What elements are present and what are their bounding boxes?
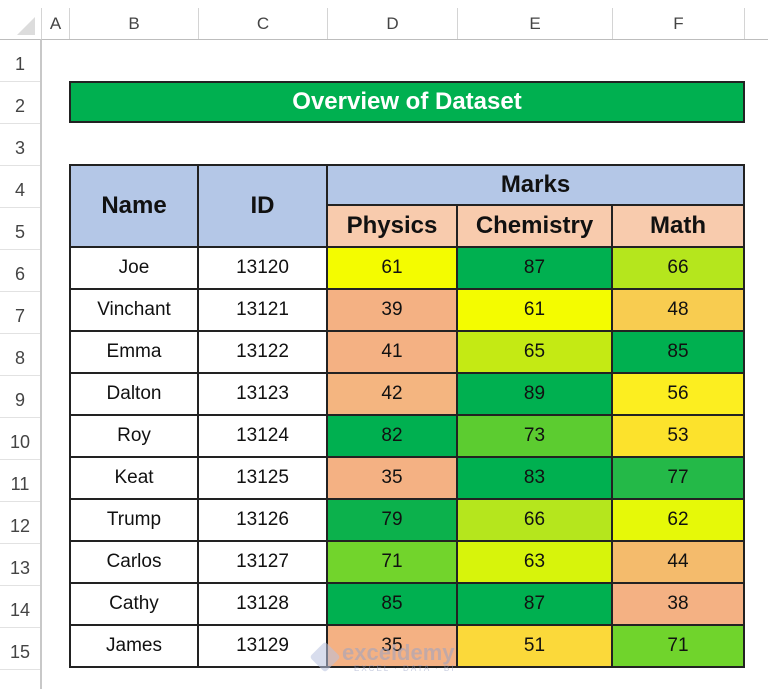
cell-name[interactable]: Carlos <box>69 542 199 584</box>
header-math[interactable]: Math <box>613 206 745 248</box>
cell-physics-mark[interactable]: 61 <box>328 248 458 290</box>
cell-physics-mark[interactable]: 85 <box>328 584 458 626</box>
row-header-15[interactable]: 15 <box>0 628 40 670</box>
cell-chemistry-mark[interactable]: 87 <box>458 584 613 626</box>
column-header-e[interactable]: E <box>458 8 613 39</box>
cell-id[interactable]: 13127 <box>199 542 328 584</box>
select-all-triangle-icon <box>17 17 35 35</box>
cell-math-mark[interactable]: 62 <box>613 500 745 542</box>
select-all-corner[interactable] <box>0 8 42 39</box>
cell-id[interactable]: 13120 <box>199 248 328 290</box>
cell-physics-mark[interactable]: 35 <box>328 626 458 668</box>
column-header-divider <box>0 39 768 40</box>
row-header-5[interactable]: 5 <box>0 208 40 250</box>
header-marks[interactable]: Marks <box>328 164 745 206</box>
cell-math-mark[interactable]: 48 <box>613 290 745 332</box>
cell-chemistry-mark[interactable]: 87 <box>458 248 613 290</box>
cell-math-mark[interactable]: 56 <box>613 374 745 416</box>
cell-chemistry-mark[interactable]: 63 <box>458 542 613 584</box>
row-header-2[interactable]: 2 <box>0 82 40 124</box>
row-header-7[interactable]: 7 <box>0 292 40 334</box>
cell-math-mark[interactable]: 77 <box>613 458 745 500</box>
row-header-8[interactable]: 8 <box>0 334 40 376</box>
cell-physics-mark[interactable]: 41 <box>328 332 458 374</box>
cell-id[interactable]: 13124 <box>199 416 328 458</box>
cell-math-mark[interactable]: 66 <box>613 248 745 290</box>
cell-chemistry-mark[interactable]: 73 <box>458 416 613 458</box>
row-header-3[interactable]: 3 <box>0 124 40 166</box>
row-header-4[interactable]: 4 <box>0 166 40 208</box>
column-header-f[interactable]: F <box>613 8 745 39</box>
cell-math-mark[interactable]: 53 <box>613 416 745 458</box>
row-header-12[interactable]: 12 <box>0 502 40 544</box>
column-header-d[interactable]: D <box>328 8 458 39</box>
cell-physics-mark[interactable]: 42 <box>328 374 458 416</box>
cell-math-mark[interactable]: 85 <box>613 332 745 374</box>
row-header-9[interactable]: 9 <box>0 376 40 418</box>
cell-id[interactable]: 13128 <box>199 584 328 626</box>
cell-name[interactable]: Keat <box>69 458 199 500</box>
cell-physics-mark[interactable]: 82 <box>328 416 458 458</box>
cell-name[interactable]: James <box>69 626 199 668</box>
row-header-1[interactable]: 1 <box>0 40 40 82</box>
cell-id[interactable]: 13125 <box>199 458 328 500</box>
header-chemistry[interactable]: Chemistry <box>458 206 613 248</box>
header-name[interactable]: Name <box>69 164 199 248</box>
cell-chemistry-mark[interactable]: 66 <box>458 500 613 542</box>
row-header-6[interactable]: 6 <box>0 250 40 292</box>
row-header-14[interactable]: 14 <box>0 586 40 628</box>
row-header-11[interactable]: 11 <box>0 460 40 502</box>
cell-chemistry-mark[interactable]: 89 <box>458 374 613 416</box>
cell-name[interactable]: Vinchant <box>69 290 199 332</box>
cell-name[interactable]: Roy <box>69 416 199 458</box>
cell-name[interactable]: Trump <box>69 500 199 542</box>
cell-physics-mark[interactable]: 35 <box>328 458 458 500</box>
cell-physics-mark[interactable]: 79 <box>328 500 458 542</box>
cell-chemistry-mark[interactable]: 83 <box>458 458 613 500</box>
cell-chemistry-mark[interactable]: 61 <box>458 290 613 332</box>
cell-id[interactable]: 13121 <box>199 290 328 332</box>
cell-physics-mark[interactable]: 39 <box>328 290 458 332</box>
cell-name[interactable]: Joe <box>69 248 199 290</box>
row-header-divider <box>40 39 42 689</box>
cell-id[interactable]: 13122 <box>199 332 328 374</box>
row-header-10[interactable]: 10 <box>0 418 40 460</box>
header-id[interactable]: ID <box>199 164 328 248</box>
cell-id[interactable]: 13126 <box>199 500 328 542</box>
cell-name[interactable]: Cathy <box>69 584 199 626</box>
cell-math-mark[interactable]: 44 <box>613 542 745 584</box>
cell-chemistry-mark[interactable]: 65 <box>458 332 613 374</box>
column-header-b[interactable]: B <box>70 8 199 39</box>
cell-physics-mark[interactable]: 71 <box>328 542 458 584</box>
column-header-a[interactable]: A <box>42 8 70 39</box>
dataset-title[interactable]: Overview of Dataset <box>69 81 745 123</box>
cell-math-mark[interactable]: 71 <box>613 626 745 668</box>
cell-name[interactable]: Dalton <box>69 374 199 416</box>
cell-id[interactable]: 13129 <box>199 626 328 668</box>
column-header-c[interactable]: C <box>199 8 328 39</box>
row-header-13[interactable]: 13 <box>0 544 40 586</box>
cell-chemistry-mark[interactable]: 51 <box>458 626 613 668</box>
cell-name[interactable]: Emma <box>69 332 199 374</box>
cell-math-mark[interactable]: 38 <box>613 584 745 626</box>
cell-id[interactable]: 13123 <box>199 374 328 416</box>
header-physics[interactable]: Physics <box>328 206 458 248</box>
